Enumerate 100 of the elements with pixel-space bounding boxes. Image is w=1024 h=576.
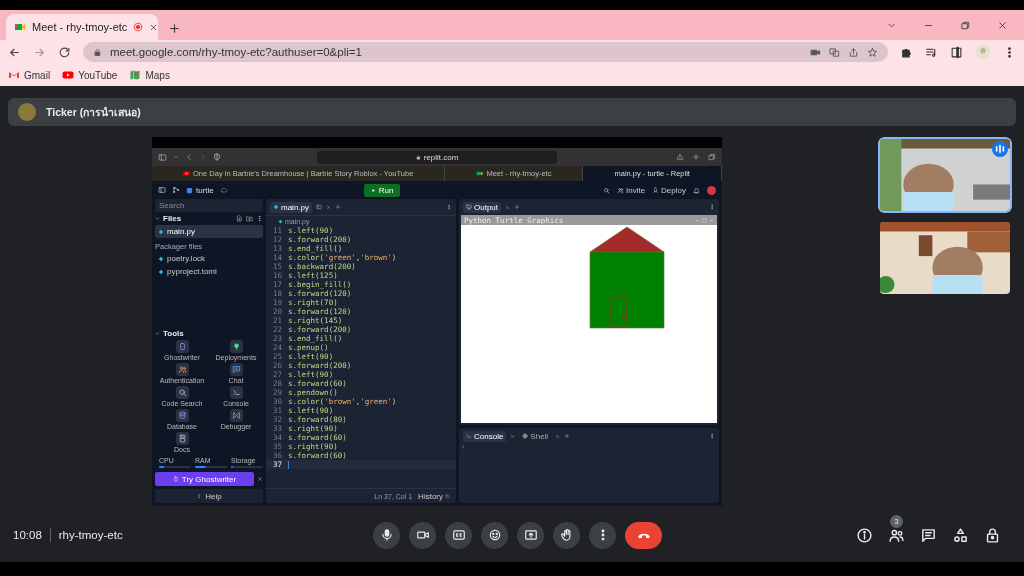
lock-icon bbox=[415, 154, 421, 160]
restore-icon[interactable] bbox=[960, 19, 971, 31]
close-icon[interactable] bbox=[505, 204, 510, 210]
info-icon[interactable] bbox=[856, 526, 873, 544]
close-icon[interactable] bbox=[510, 433, 516, 439]
deploy-button[interactable]: Deploy bbox=[652, 185, 686, 195]
share-icon[interactable] bbox=[848, 46, 859, 58]
output-tab[interactable]: Output bbox=[463, 201, 501, 213]
ghostwriter-icon bbox=[172, 476, 179, 482]
smile-icon bbox=[487, 528, 502, 542]
new-folder-icon[interactable] bbox=[246, 215, 253, 222]
more-icon[interactable] bbox=[709, 433, 715, 439]
url-text: replit.com bbox=[423, 152, 459, 162]
reload-icon[interactable] bbox=[58, 45, 71, 59]
shield-icon[interactable] bbox=[213, 153, 221, 161]
help-button[interactable]: Help bbox=[155, 489, 263, 503]
browser-tab[interactable]: Meet - rhy-tmoy-etc bbox=[6, 14, 158, 40]
meet-icon bbox=[14, 21, 26, 33]
present-button[interactable] bbox=[517, 521, 544, 549]
sidebar-icon[interactable] bbox=[158, 152, 167, 162]
tool-button[interactable] bbox=[175, 363, 189, 376]
more-icon[interactable] bbox=[256, 215, 263, 222]
chat-icon[interactable] bbox=[920, 526, 937, 544]
file-item[interactable]: poetry.lock bbox=[155, 252, 263, 265]
docs-icon bbox=[177, 434, 187, 443]
star-icon[interactable] bbox=[867, 46, 878, 58]
deployments-icon bbox=[231, 342, 241, 351]
hand-icon bbox=[559, 528, 574, 542]
search-icon[interactable] bbox=[602, 186, 610, 194]
address-bar[interactable]: meet.google.com/rhy-tmoy-etc?authuser=0&pli=1 bbox=[83, 42, 888, 62]
camera-button[interactable] bbox=[409, 521, 436, 549]
close-icon[interactable] bbox=[326, 204, 331, 210]
console-tab[interactable]: Console bbox=[463, 430, 507, 442]
present-icon bbox=[523, 528, 538, 542]
address-bar[interactable]: replit.com bbox=[317, 150, 557, 164]
prompt-chevron-icon bbox=[461, 444, 466, 449]
youtube-icon bbox=[183, 170, 191, 177]
section-title: Files bbox=[163, 214, 182, 223]
microphone-button[interactable] bbox=[373, 521, 400, 549]
search-icon bbox=[177, 388, 187, 397]
presenter-name: Ticker (การนำเสนอ) bbox=[46, 104, 141, 120]
database-icon bbox=[177, 411, 187, 420]
new-tab-icon[interactable] bbox=[168, 22, 181, 35]
tabs-icon[interactable] bbox=[708, 153, 716, 161]
new-file-icon[interactable] bbox=[236, 215, 243, 222]
file-item[interactable]: pyproject.toml bbox=[155, 265, 263, 278]
file-item[interactable]: main.py bbox=[155, 225, 263, 238]
raise-hand-button[interactable] bbox=[553, 521, 580, 549]
close-icon[interactable] bbox=[149, 22, 159, 32]
side-panel-icon[interactable] bbox=[950, 45, 963, 59]
tool-button[interactable] bbox=[175, 386, 189, 399]
run-button[interactable]: Run bbox=[363, 183, 401, 197]
close-icon[interactable] bbox=[555, 433, 561, 439]
gmail-icon bbox=[8, 69, 20, 81]
tool-button[interactable] bbox=[229, 409, 243, 422]
ghostwriter-icon bbox=[177, 342, 187, 351]
branch-icon[interactable] bbox=[172, 186, 180, 194]
shell-icon bbox=[522, 433, 529, 439]
more-icon[interactable] bbox=[709, 204, 715, 210]
chevron-down-icon[interactable] bbox=[155, 216, 160, 221]
file-icon bbox=[278, 218, 283, 224]
console-tab[interactable]: Shell bbox=[519, 430, 552, 442]
chevron-down-icon[interactable] bbox=[155, 331, 160, 336]
project-name[interactable]: turtle bbox=[186, 185, 214, 195]
history-button[interactable]: History bbox=[418, 491, 450, 501]
more-options-button[interactable] bbox=[589, 521, 616, 549]
maps-icon bbox=[129, 69, 142, 81]
file-icon bbox=[273, 204, 279, 210]
invite-button[interactable]: Invite bbox=[616, 185, 646, 195]
end-call-button[interactable] bbox=[625, 521, 662, 549]
close-icon[interactable] bbox=[257, 476, 263, 482]
bookmark-link[interactable]: YouTube bbox=[62, 69, 118, 81]
tool-button[interactable] bbox=[229, 363, 243, 376]
sidebar-icon[interactable] bbox=[158, 186, 166, 194]
bookmark-link[interactable]: Maps bbox=[129, 69, 170, 81]
meeting-code: rhy-tmoy-etc bbox=[58, 529, 123, 541]
rocket-icon bbox=[652, 186, 660, 194]
chat-icon bbox=[231, 365, 241, 374]
console-icon bbox=[231, 388, 241, 397]
bookmark-link[interactable]: Gmail bbox=[8, 69, 51, 81]
monitor-icon bbox=[466, 204, 472, 210]
tool-button[interactable] bbox=[175, 432, 189, 445]
user-avatar[interactable] bbox=[707, 185, 716, 195]
share-icon[interactable] bbox=[676, 153, 684, 161]
activities-icon[interactable] bbox=[952, 526, 969, 544]
search-field[interactable]: Search bbox=[155, 199, 263, 212]
split-icon[interactable] bbox=[316, 204, 322, 210]
tool-button[interactable] bbox=[229, 340, 243, 353]
cc-icon bbox=[451, 528, 466, 542]
editor-tab[interactable]: main.py bbox=[270, 201, 312, 213]
ghostwriter-button[interactable]: Try Ghostwriter bbox=[155, 472, 254, 486]
close-icon[interactable] bbox=[997, 19, 1008, 31]
host-controls-icon[interactable] bbox=[984, 526, 1001, 544]
captions-button[interactable] bbox=[445, 521, 472, 549]
history-icon bbox=[445, 493, 450, 499]
translate-icon[interactable] bbox=[829, 46, 840, 58]
bell-icon[interactable] bbox=[693, 186, 700, 194]
tool-button[interactable] bbox=[229, 386, 243, 399]
emoji-button[interactable] bbox=[481, 521, 508, 549]
more-icon[interactable] bbox=[446, 204, 452, 210]
